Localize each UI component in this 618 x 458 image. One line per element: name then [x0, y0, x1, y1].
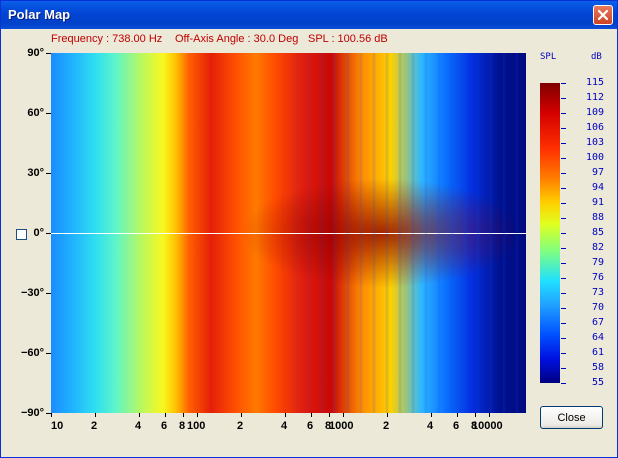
colorbar-tick-mark — [561, 98, 566, 99]
colorbar-tick-label: 106 — [585, 122, 604, 133]
spl-colorbar — [540, 83, 560, 383]
colorbar-tick-mark — [561, 278, 566, 279]
x-tick-mark — [431, 413, 432, 417]
colorbar-tick-mark — [561, 143, 566, 144]
y-tick-mark — [46, 293, 51, 294]
y-tick-mark — [46, 353, 51, 354]
colorbar-tick-mark — [561, 308, 566, 309]
colorbar-tick-mark — [561, 158, 566, 159]
x-tick-mark — [343, 413, 344, 417]
colorbar-spl-header: SPL — [540, 52, 557, 62]
x-tick-label: 6 — [307, 420, 314, 432]
x-tick-mark — [51, 413, 52, 417]
spl-readout: SPL : 100.56 dB — [308, 33, 388, 45]
colorbar-tick-mark — [561, 293, 566, 294]
colorbar-tick-label: 70 — [591, 302, 604, 313]
x-tick-mark — [183, 413, 184, 417]
x-tick-label: 10 — [51, 420, 64, 432]
y-tick-mark — [46, 53, 51, 54]
colorbar-tick-mark — [561, 173, 566, 174]
angle-readout: Off-Axis Angle : 30.0 Deg — [175, 33, 299, 45]
colorbar-tick-label: 97 — [591, 167, 604, 178]
colorbar-tick-label: 112 — [585, 92, 604, 103]
y-tick-mark — [46, 113, 51, 114]
x-tick-mark — [311, 413, 312, 417]
x-tick-label: 2 — [237, 420, 244, 432]
colorbar-tick-mark — [561, 188, 566, 189]
colorbar-tick-mark — [561, 83, 566, 84]
colorbar-db-header: dB — [591, 52, 602, 62]
x-tick-label: 6 — [453, 420, 460, 432]
window-title: Polar Map — [8, 7, 71, 22]
colorbar-tick-mark — [561, 263, 566, 264]
colorbar-tick-label: 67 — [591, 317, 604, 328]
colorbar-tick-label: 61 — [591, 347, 604, 358]
y-tick-mark — [46, 173, 51, 174]
y-tick-label: 30° — [27, 167, 44, 179]
x-tick-label: 8 — [179, 420, 186, 432]
window-close-button[interactable] — [593, 5, 613, 25]
zero-degree-line — [51, 233, 526, 234]
frequency-readout: Frequency : 738.00 Hz — [51, 33, 163, 45]
y-tick-label: −60° — [20, 347, 44, 359]
colorbar-tick-mark — [561, 203, 566, 204]
y-tick-label: −30° — [20, 287, 44, 299]
colorbar-tick-mark — [561, 218, 566, 219]
colorbar-tick-label: 88 — [591, 212, 604, 223]
colorbar-tick-mark — [561, 323, 566, 324]
x-tick-label: 1000 — [329, 420, 354, 432]
zero-angle-checkbox[interactable] — [16, 229, 27, 240]
colorbar-tick-mark — [561, 233, 566, 234]
x-tick-mark — [165, 413, 166, 417]
x-tick-mark — [285, 413, 286, 417]
colorbar-tick-mark — [561, 248, 566, 249]
colorbar-tick-label: 115 — [585, 77, 604, 88]
colorbar-tick-label: 76 — [591, 272, 604, 283]
polar-map-plot[interactable] — [51, 53, 526, 413]
x-tick-mark — [139, 413, 140, 417]
x-tick-mark — [489, 413, 490, 417]
x-tick-mark — [475, 413, 476, 417]
x-tick-mark — [241, 413, 242, 417]
colorbar-tick-label: 82 — [591, 242, 604, 253]
x-tick-mark — [329, 413, 330, 417]
colorbar-tick-mark — [561, 353, 566, 354]
colorbar-tick-mark — [561, 338, 566, 339]
x-tick-mark — [387, 413, 388, 417]
close-icon — [597, 9, 609, 21]
x-tick-label: 4 — [281, 420, 288, 432]
x-tick-label: 4 — [135, 420, 142, 432]
x-tick-label: 6 — [161, 420, 168, 432]
x-tick-label: 10000 — [472, 420, 503, 432]
close-button[interactable]: Close — [540, 406, 603, 429]
colorbar-tick-label: 94 — [591, 182, 604, 193]
colorbar-tick-label: 73 — [591, 287, 604, 298]
colorbar-tick-label: 109 — [585, 107, 604, 118]
colorbar-tick-label: 58 — [591, 362, 604, 373]
x-tick-label: 100 — [187, 420, 206, 432]
y-tick-mark — [46, 233, 51, 234]
colorbar-tick-label: 64 — [591, 332, 604, 343]
colorbar-tick-label: 85 — [591, 227, 604, 238]
x-tick-mark — [95, 413, 96, 417]
x-tick-mark — [457, 413, 458, 417]
colorbar-tick-mark — [561, 383, 566, 384]
title-bar[interactable]: Polar Map — [1, 1, 617, 29]
y-tick-label: −90° — [20, 407, 44, 419]
colorbar-tick-label: 91 — [591, 197, 604, 208]
colorbar-tick-mark — [561, 113, 566, 114]
colorbar-tick-mark — [561, 128, 566, 129]
x-tick-mark — [197, 413, 198, 417]
colorbar-tick-label: 55 — [591, 377, 604, 388]
y-tick-label: 90° — [27, 47, 44, 59]
x-tick-label: 2 — [91, 420, 98, 432]
colorbar-tick-label: 100 — [585, 152, 604, 163]
colorbar-tick-label: 79 — [591, 257, 604, 268]
colorbar-tick-mark — [561, 368, 566, 369]
x-tick-label: 2 — [383, 420, 390, 432]
colorbar-tick-label: 103 — [585, 137, 604, 148]
y-tick-label: 60° — [27, 107, 44, 119]
x-tick-label: 4 — [427, 420, 434, 432]
